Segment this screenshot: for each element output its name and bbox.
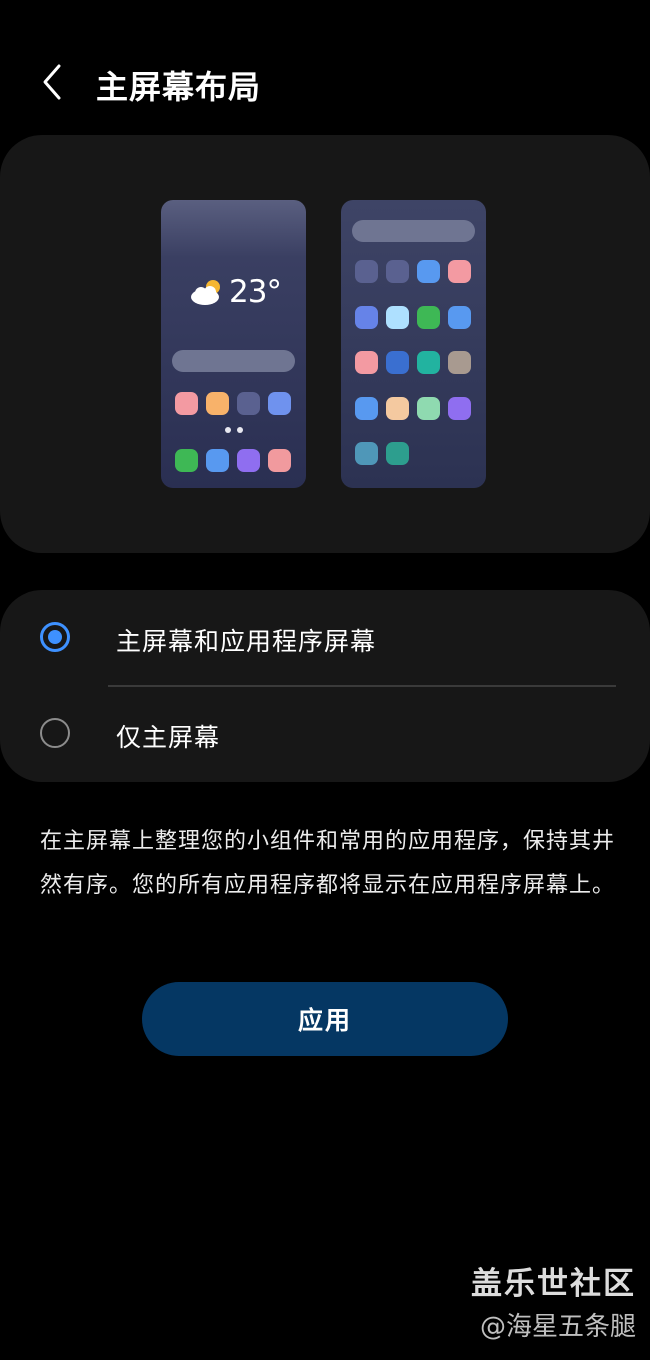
app-icon-preview bbox=[355, 305, 378, 329]
weather-widget: 23° bbox=[189, 274, 282, 310]
layout-options-card: 主屏幕和应用程序屏幕 仅主屏幕 bbox=[0, 590, 650, 782]
option-home-and-apps[interactable]: 主屏幕和应用程序屏幕 bbox=[0, 590, 650, 686]
apps-screen-preview bbox=[341, 200, 486, 488]
app-icon-preview bbox=[268, 392, 291, 415]
header-bar: 主屏幕布局 bbox=[0, 40, 650, 130]
app-icon-preview bbox=[386, 442, 409, 465]
partly-cloudy-icon bbox=[191, 280, 220, 305]
option-home-only[interactable]: 仅主屏幕 bbox=[0, 686, 650, 782]
app-icon-preview bbox=[175, 392, 198, 415]
app-icon-preview bbox=[206, 392, 229, 415]
option-label: 仅主屏幕 bbox=[116, 723, 221, 752]
search-bar-preview bbox=[352, 220, 475, 242]
app-icon-preview bbox=[355, 442, 378, 465]
app-icon-preview bbox=[448, 396, 471, 420]
home-screen-preview: 23° bbox=[161, 200, 306, 488]
app-icon-preview bbox=[355, 396, 378, 420]
app-icon-preview bbox=[355, 260, 378, 283]
chevron-left-icon bbox=[43, 64, 61, 100]
temperature-label: 23° bbox=[229, 274, 282, 310]
option-label: 主屏幕和应用程序屏幕 bbox=[116, 627, 377, 656]
app-icon-preview bbox=[386, 396, 409, 420]
page-title: 主屏幕布局 bbox=[96, 68, 262, 106]
page-indicator-dot bbox=[237, 427, 243, 433]
app-icon-preview bbox=[448, 351, 471, 374]
app-icon-preview bbox=[448, 305, 471, 329]
app-icon-preview bbox=[448, 260, 471, 283]
layout-description: 在主屏幕上整理您的小组件和常用的应用程序，保持其井然有序。您的所有应用程序都将显… bbox=[40, 829, 616, 898]
app-icon-preview bbox=[417, 351, 440, 374]
app-icon-preview bbox=[175, 449, 198, 472]
radio-button-unselected[interactable] bbox=[40, 718, 70, 748]
app-icon-preview bbox=[386, 351, 409, 374]
app-icon-preview bbox=[206, 449, 229, 472]
app-icon-preview bbox=[268, 449, 291, 472]
search-bar-preview bbox=[172, 350, 295, 372]
page-indicator-dot bbox=[225, 427, 231, 433]
app-icon-preview bbox=[386, 260, 409, 283]
layout-preview-card: 23° bbox=[0, 135, 650, 553]
app-icon-preview bbox=[417, 396, 440, 420]
app-icon-preview bbox=[386, 305, 409, 329]
app-icon-preview bbox=[237, 392, 260, 415]
apply-button[interactable]: 应用 bbox=[142, 982, 508, 1056]
back-button[interactable] bbox=[30, 58, 78, 106]
radio-button-selected[interactable] bbox=[40, 622, 70, 652]
app-icon-preview bbox=[417, 305, 440, 329]
app-icon-preview bbox=[355, 351, 378, 374]
app-icon-preview bbox=[237, 449, 260, 472]
app-icon-preview bbox=[417, 260, 440, 283]
watermark-brand: 盖乐世社区 bbox=[471, 1266, 636, 1302]
watermark-author: @海星五条腿 bbox=[479, 1312, 636, 1342]
